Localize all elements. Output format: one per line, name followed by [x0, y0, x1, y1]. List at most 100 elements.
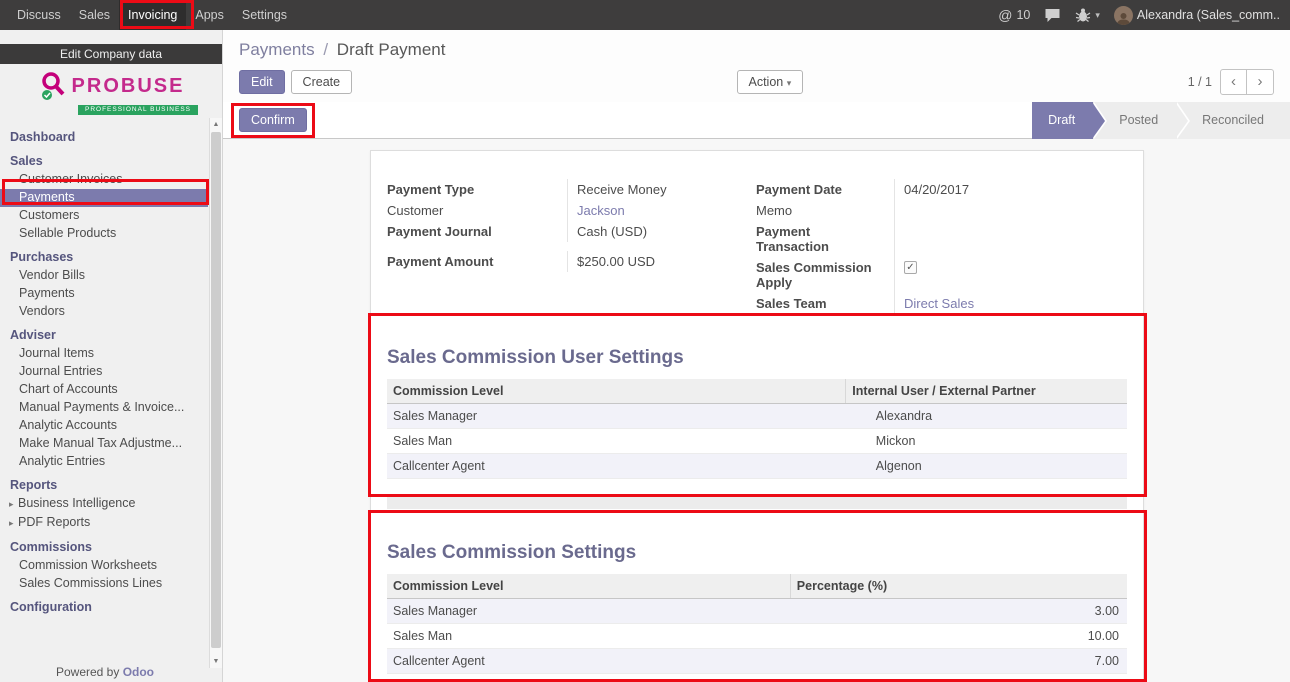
field-memo: Memo: [756, 200, 1127, 221]
customer-link[interactable]: Jackson: [577, 203, 625, 218]
sidebar-item-sellable-products[interactable]: Sellable Products: [0, 225, 208, 243]
edit-button[interactable]: Edit: [239, 70, 285, 94]
commission-level-cell[interactable]: Callcenter Agent: [387, 454, 846, 479]
user-cell[interactable]: Alexandra: [846, 404, 1127, 429]
scroll-down-icon[interactable]: ▼: [210, 655, 222, 668]
commission-level-cell[interactable]: Callcenter Agent: [387, 649, 790, 674]
breadcrumb-row: Payments / Draft Payment: [223, 30, 1290, 64]
expand-arrow-icon: ▸: [9, 517, 18, 530]
status-step-draft[interactable]: Draft: [1032, 102, 1093, 139]
magnifier-logo-icon: [38, 70, 70, 102]
mentions-counter[interactable]: @ 10: [998, 7, 1030, 23]
field-label: Payment Type: [387, 179, 567, 200]
field-label: Payment Transaction: [756, 221, 894, 257]
sidebar-item-purchase-payments[interactable]: Payments: [0, 285, 208, 303]
commission-level-cell[interactable]: Sales Man: [387, 624, 790, 649]
user-menu[interactable]: Alexandra (Sales_comm..: [1114, 6, 1280, 25]
sidebar-item-manual-payments[interactable]: Manual Payments & Invoice...: [0, 399, 208, 417]
mention-count: 10: [1016, 8, 1030, 22]
brand-name: PROBUSE: [72, 75, 185, 98]
sidebar-section-adviser[interactable]: Adviser: [0, 327, 208, 345]
percentage-cell[interactable]: 3.00: [790, 599, 1127, 624]
caret-down-icon: ▾: [1095, 10, 1100, 21]
sidebar-section-purchases[interactable]: Purchases: [0, 249, 208, 267]
sidebar-item-sales-commissions-lines[interactable]: Sales Commissions Lines: [0, 575, 208, 593]
menu-settings[interactable]: Settings: [233, 0, 296, 30]
breadcrumb: Payments / Draft Payment: [239, 40, 445, 59]
sidebar-section-sales[interactable]: Sales: [0, 153, 208, 171]
payment-form: Payment Type Receive Money Customer Jack…: [387, 179, 1127, 314]
payment-journal-value: Cash (USD): [567, 221, 756, 242]
sidebar-item-analytic-entries[interactable]: Analytic Entries: [0, 453, 208, 471]
column-header-commission-level[interactable]: Commission Level: [387, 379, 846, 404]
sidebar-item-payments[interactable]: Payments: [0, 189, 208, 207]
sidebar-item-commission-worksheets[interactable]: Commission Worksheets: [0, 557, 208, 575]
menu-sales[interactable]: Sales: [70, 0, 119, 30]
main-area: Payments / Draft Payment Edit Create Act…: [223, 30, 1290, 682]
user-settings-table: Commission Level Internal User / Externa…: [387, 379, 1127, 479]
sidebar-item-analytic-accounts[interactable]: Analytic Accounts: [0, 417, 208, 435]
powered-by-text: Powered by: [56, 665, 119, 679]
table-row[interactable]: Sales Manager Alexandra: [387, 404, 1127, 429]
sidebar-item-customers[interactable]: Customers: [0, 207, 208, 225]
sidebar-item-chart-of-accounts[interactable]: Chart of Accounts: [0, 381, 208, 399]
create-button[interactable]: Create: [291, 70, 353, 94]
table-row[interactable]: Callcenter Agent 7.00: [387, 649, 1127, 674]
table-row[interactable]: Sales Manager 3.00: [387, 599, 1127, 624]
sidebar-section-commissions[interactable]: Commissions: [0, 539, 208, 557]
debug-menu-button[interactable]: ▾: [1075, 7, 1100, 23]
column-header-internal-user[interactable]: Internal User / External Partner: [846, 379, 1127, 404]
percentage-cell[interactable]: 7.00: [790, 649, 1127, 674]
sidebar: Edit Company data PROBUSE PROFESSIONAL B…: [0, 30, 223, 682]
sidebar-item-vendor-bills[interactable]: Vendor Bills: [0, 267, 208, 285]
breadcrumb-payments-link[interactable]: Payments: [239, 40, 315, 59]
column-header-percentage[interactable]: Percentage (%): [790, 574, 1127, 599]
field-label: Payment Date: [756, 179, 894, 200]
pager: 1 / 1 ‹ ›: [1188, 69, 1274, 95]
commission-level-cell[interactable]: Sales Manager: [387, 404, 846, 429]
sidebar-item-journal-items[interactable]: Journal Items: [0, 345, 208, 363]
sidebar-nav: Dashboard Sales Customer Invoices Paymen…: [0, 117, 222, 617]
column-header-commission-level[interactable]: Commission Level: [387, 574, 790, 599]
user-cell[interactable]: Mickon: [846, 429, 1127, 454]
menu-invoicing[interactable]: Invoicing: [119, 0, 186, 30]
commission-level-cell[interactable]: Sales Man: [387, 429, 846, 454]
pager-next-button[interactable]: ›: [1247, 69, 1274, 95]
pager-previous-button[interactable]: ‹: [1220, 69, 1247, 95]
messages-button[interactable]: [1044, 8, 1061, 23]
commission-level-cell[interactable]: Sales Manager: [387, 599, 790, 624]
brand-tagline: PROFESSIONAL BUSINESS: [78, 105, 198, 115]
sales-commission-apply-checkbox[interactable]: ✓: [904, 261, 917, 274]
sidebar-section-configuration[interactable]: Configuration: [0, 599, 208, 617]
table-row[interactable]: Callcenter Agent Algenon: [387, 454, 1127, 479]
sidebar-item-tax-adjustments[interactable]: Make Manual Tax Adjustme...: [0, 435, 208, 453]
sidebar-item-label: Business Intelligence: [18, 496, 135, 510]
payment-transaction-value: [894, 221, 1127, 257]
sales-team-link[interactable]: Direct Sales: [904, 296, 974, 311]
scroll-up-icon[interactable]: ▲: [210, 118, 222, 131]
menu-discuss[interactable]: Discuss: [8, 0, 70, 30]
table-row[interactable]: Sales Man Mickon: [387, 429, 1127, 454]
sidebar-item-customer-invoices[interactable]: Customer Invoices: [0, 171, 208, 189]
status-step-reconciled[interactable]: Reconciled: [1176, 102, 1290, 139]
action-dropdown-button[interactable]: Action ▾: [737, 70, 804, 94]
table-row[interactable]: Sales Man 10.00: [387, 624, 1127, 649]
percentage-cell[interactable]: 10.00: [790, 624, 1127, 649]
edit-company-button[interactable]: Edit Company data: [0, 44, 222, 64]
company-logo[interactable]: PROBUSE PROFESSIONAL BUSINESS: [0, 64, 222, 117]
user-cell[interactable]: Algenon: [846, 454, 1127, 479]
menu-apps[interactable]: Apps: [186, 0, 233, 30]
scrollbar-thumb[interactable]: [211, 132, 221, 648]
confirm-button[interactable]: Confirm: [239, 108, 307, 132]
sidebar-section-dashboard[interactable]: Dashboard: [0, 129, 208, 147]
sidebar-item-journal-entries[interactable]: Journal Entries: [0, 363, 208, 381]
sidebar-scrollbar[interactable]: ▲ ▼: [209, 118, 222, 668]
chat-bubble-icon: [1044, 8, 1061, 23]
sidebar-item-pdf-reports[interactable]: ▸PDF Reports: [0, 514, 208, 533]
sidebar-item-business-intelligence[interactable]: ▸Business Intelligence: [0, 495, 208, 514]
sidebar-item-vendors[interactable]: Vendors: [0, 303, 208, 321]
form-left-column: Payment Type Receive Money Customer Jack…: [387, 179, 756, 314]
sidebar-section-reports[interactable]: Reports: [0, 477, 208, 495]
field-payment-date: Payment Date 04/20/2017: [756, 179, 1127, 200]
odoo-link[interactable]: Odoo: [123, 665, 154, 679]
